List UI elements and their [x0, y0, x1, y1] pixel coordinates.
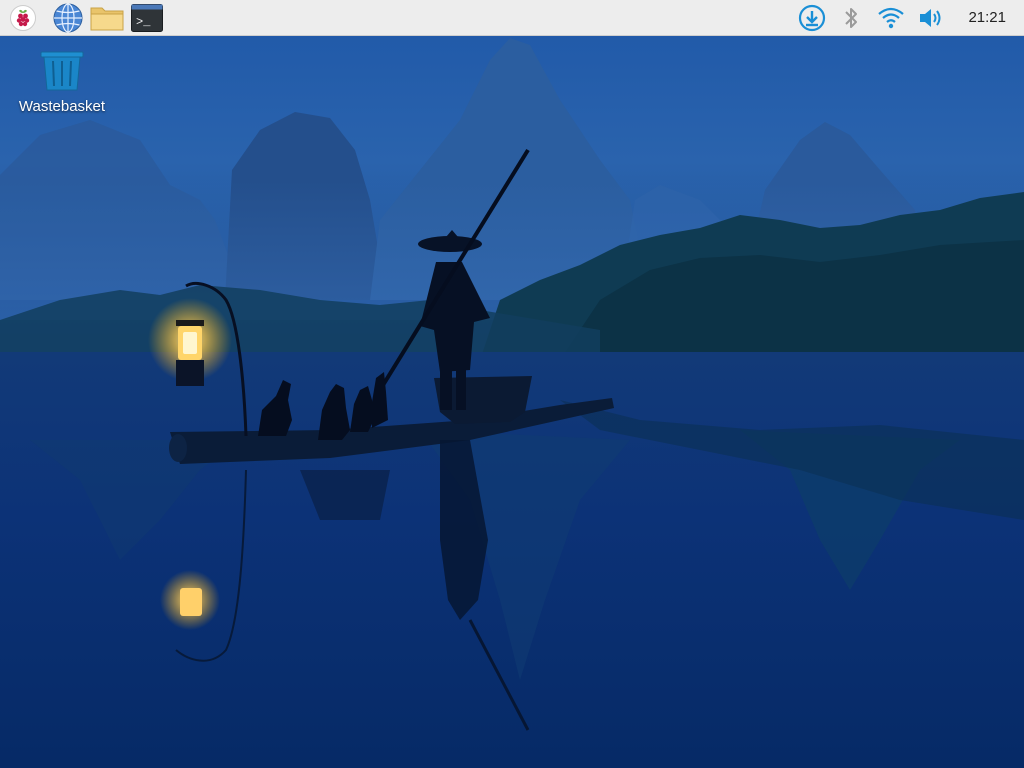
wifi-icon	[878, 7, 904, 28]
desktop-icon-wastebasket[interactable]: Wastebasket	[10, 48, 114, 120]
raspberry-pi-menu-button[interactable]	[6, 2, 40, 33]
terminal-glyph: >_	[136, 15, 151, 29]
folder-icon	[90, 7, 124, 30]
desktop-wallpaper	[0, 0, 1024, 768]
web-browser-launcher[interactable]	[51, 2, 85, 33]
bluetooth-icon	[845, 7, 857, 28]
file-manager-launcher[interactable]	[90, 2, 124, 33]
bluetooth-button[interactable]	[834, 2, 868, 33]
wastebasket-icon	[40, 51, 84, 91]
updates-button[interactable]	[795, 2, 829, 33]
terminal-icon: >_	[131, 3, 163, 32]
desktop-screen: >_ 21:21 Wastebasket	[0, 0, 1024, 768]
wifi-button[interactable]	[874, 2, 908, 33]
clock[interactable]: 21:21	[968, 0, 1006, 36]
globe-icon	[53, 2, 83, 33]
volume-button[interactable]	[914, 2, 948, 33]
taskbar: >_ 21:21	[0, 0, 1024, 36]
raspberry-pi-menu-icon	[10, 4, 36, 31]
wastebasket-label: Wastebasket	[18, 98, 106, 115]
download-updates-icon	[798, 4, 826, 31]
terminal-launcher[interactable]: >_	[130, 2, 164, 33]
volume-icon	[920, 8, 941, 27]
